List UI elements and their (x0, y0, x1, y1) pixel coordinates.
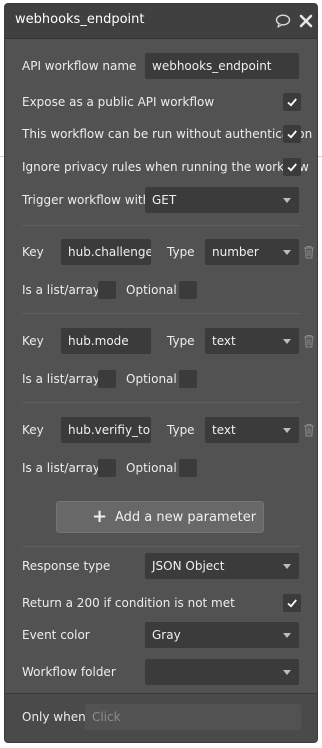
workflow-folder-dropdown[interactable] (145, 659, 299, 685)
param-key-input[interactable]: hub.mode (61, 328, 151, 354)
param-key-input[interactable]: hub.challenge (61, 239, 151, 265)
param-optional-label: Optional (126, 372, 177, 386)
chevron-down-icon (283, 339, 291, 344)
expose-public-label: Expose as a public API workflow (22, 95, 215, 109)
param-type-value: text (212, 423, 236, 437)
workflow-properties-panel: webhooks_endpoint API workflow name webh… (4, 3, 318, 743)
param-type-dropdown[interactable]: number (205, 239, 299, 265)
return-200-checkbox[interactable] (283, 594, 301, 612)
param-key-input[interactable]: hub.verifiy_token (61, 417, 151, 443)
param-key-label: Key (22, 334, 44, 348)
chevron-down-icon (283, 564, 291, 569)
divider (22, 402, 300, 403)
close-icon[interactable] (298, 13, 314, 29)
param-key-label: Key (22, 423, 44, 437)
param-list-label: Is a list/array (22, 372, 100, 386)
response-type-value: JSON Object (152, 559, 225, 573)
no-auth-label: This workflow can be run without authent… (22, 127, 313, 141)
panel-header: webhooks_endpoint (5, 4, 317, 39)
expose-public-checkbox[interactable] (283, 93, 301, 111)
param-list-checkbox[interactable] (98, 281, 116, 299)
chevron-down-icon (283, 250, 291, 255)
check-icon (287, 163, 297, 172)
event-color-dropdown[interactable]: Gray (145, 622, 299, 648)
param-optional-checkbox[interactable] (179, 370, 197, 388)
comment-icon[interactable] (275, 13, 291, 29)
add-parameter-button[interactable]: + Add a new parameter (56, 501, 264, 533)
param-type-value: number (212, 245, 259, 259)
workflow-name-label: API workflow name (22, 59, 137, 73)
response-type-label: Response type (22, 559, 111, 573)
only-when-label: Only when (22, 710, 86, 724)
param-type-label: Type (167, 334, 195, 348)
check-icon (287, 98, 297, 107)
divider (22, 546, 300, 547)
trash-icon[interactable] (303, 423, 315, 437)
trigger-value: GET (152, 193, 177, 207)
workflow-name-input[interactable]: webhooks_endpoint (145, 53, 299, 79)
param-list-checkbox[interactable] (98, 370, 116, 388)
trash-icon[interactable] (303, 245, 315, 259)
param-list-checkbox[interactable] (98, 459, 116, 477)
param-type-value: text (212, 334, 236, 348)
ignore-privacy-label: Ignore privacy rules when running the wo… (22, 160, 309, 174)
trash-icon[interactable] (303, 334, 315, 348)
trigger-label: Trigger workflow with (22, 193, 151, 207)
param-list-label: Is a list/array (22, 461, 100, 475)
check-icon (287, 599, 297, 608)
background-line (318, 156, 322, 157)
chevron-down-icon (283, 198, 291, 203)
response-type-dropdown[interactable]: JSON Object (145, 553, 299, 579)
panel-title: webhooks_endpoint (15, 12, 145, 27)
param-type-label: Type (167, 423, 195, 437)
return-200-label: Return a 200 if condition is not met (22, 596, 235, 610)
chevron-down-icon (283, 428, 291, 433)
param-optional-checkbox[interactable] (179, 459, 197, 477)
param-list-label: Is a list/array (22, 283, 100, 297)
param-type-dropdown[interactable]: text (205, 328, 299, 354)
param-key-label: Key (22, 245, 44, 259)
workflow-folder-label: Workflow folder (22, 665, 116, 679)
param-optional-label: Optional (126, 461, 177, 475)
event-color-label: Event color (22, 628, 90, 642)
divider (22, 225, 300, 226)
no-auth-checkbox[interactable] (283, 125, 301, 143)
chevron-down-icon (283, 633, 291, 638)
condition-footer: Only when Click (5, 693, 317, 742)
plus-icon: + (92, 506, 108, 527)
trigger-dropdown[interactable]: GET (145, 187, 299, 213)
add-parameter-label: Add a new parameter (115, 510, 257, 525)
divider (22, 313, 300, 314)
event-color-value: Gray (152, 628, 181, 642)
chevron-down-icon (283, 670, 291, 675)
param-type-label: Type (167, 245, 195, 259)
only-when-input[interactable]: Click (85, 704, 301, 730)
param-optional-label: Optional (126, 283, 177, 297)
check-icon (287, 130, 297, 139)
ignore-privacy-checkbox[interactable] (283, 158, 301, 176)
param-type-dropdown[interactable]: text (205, 417, 299, 443)
param-optional-checkbox[interactable] (179, 281, 197, 299)
